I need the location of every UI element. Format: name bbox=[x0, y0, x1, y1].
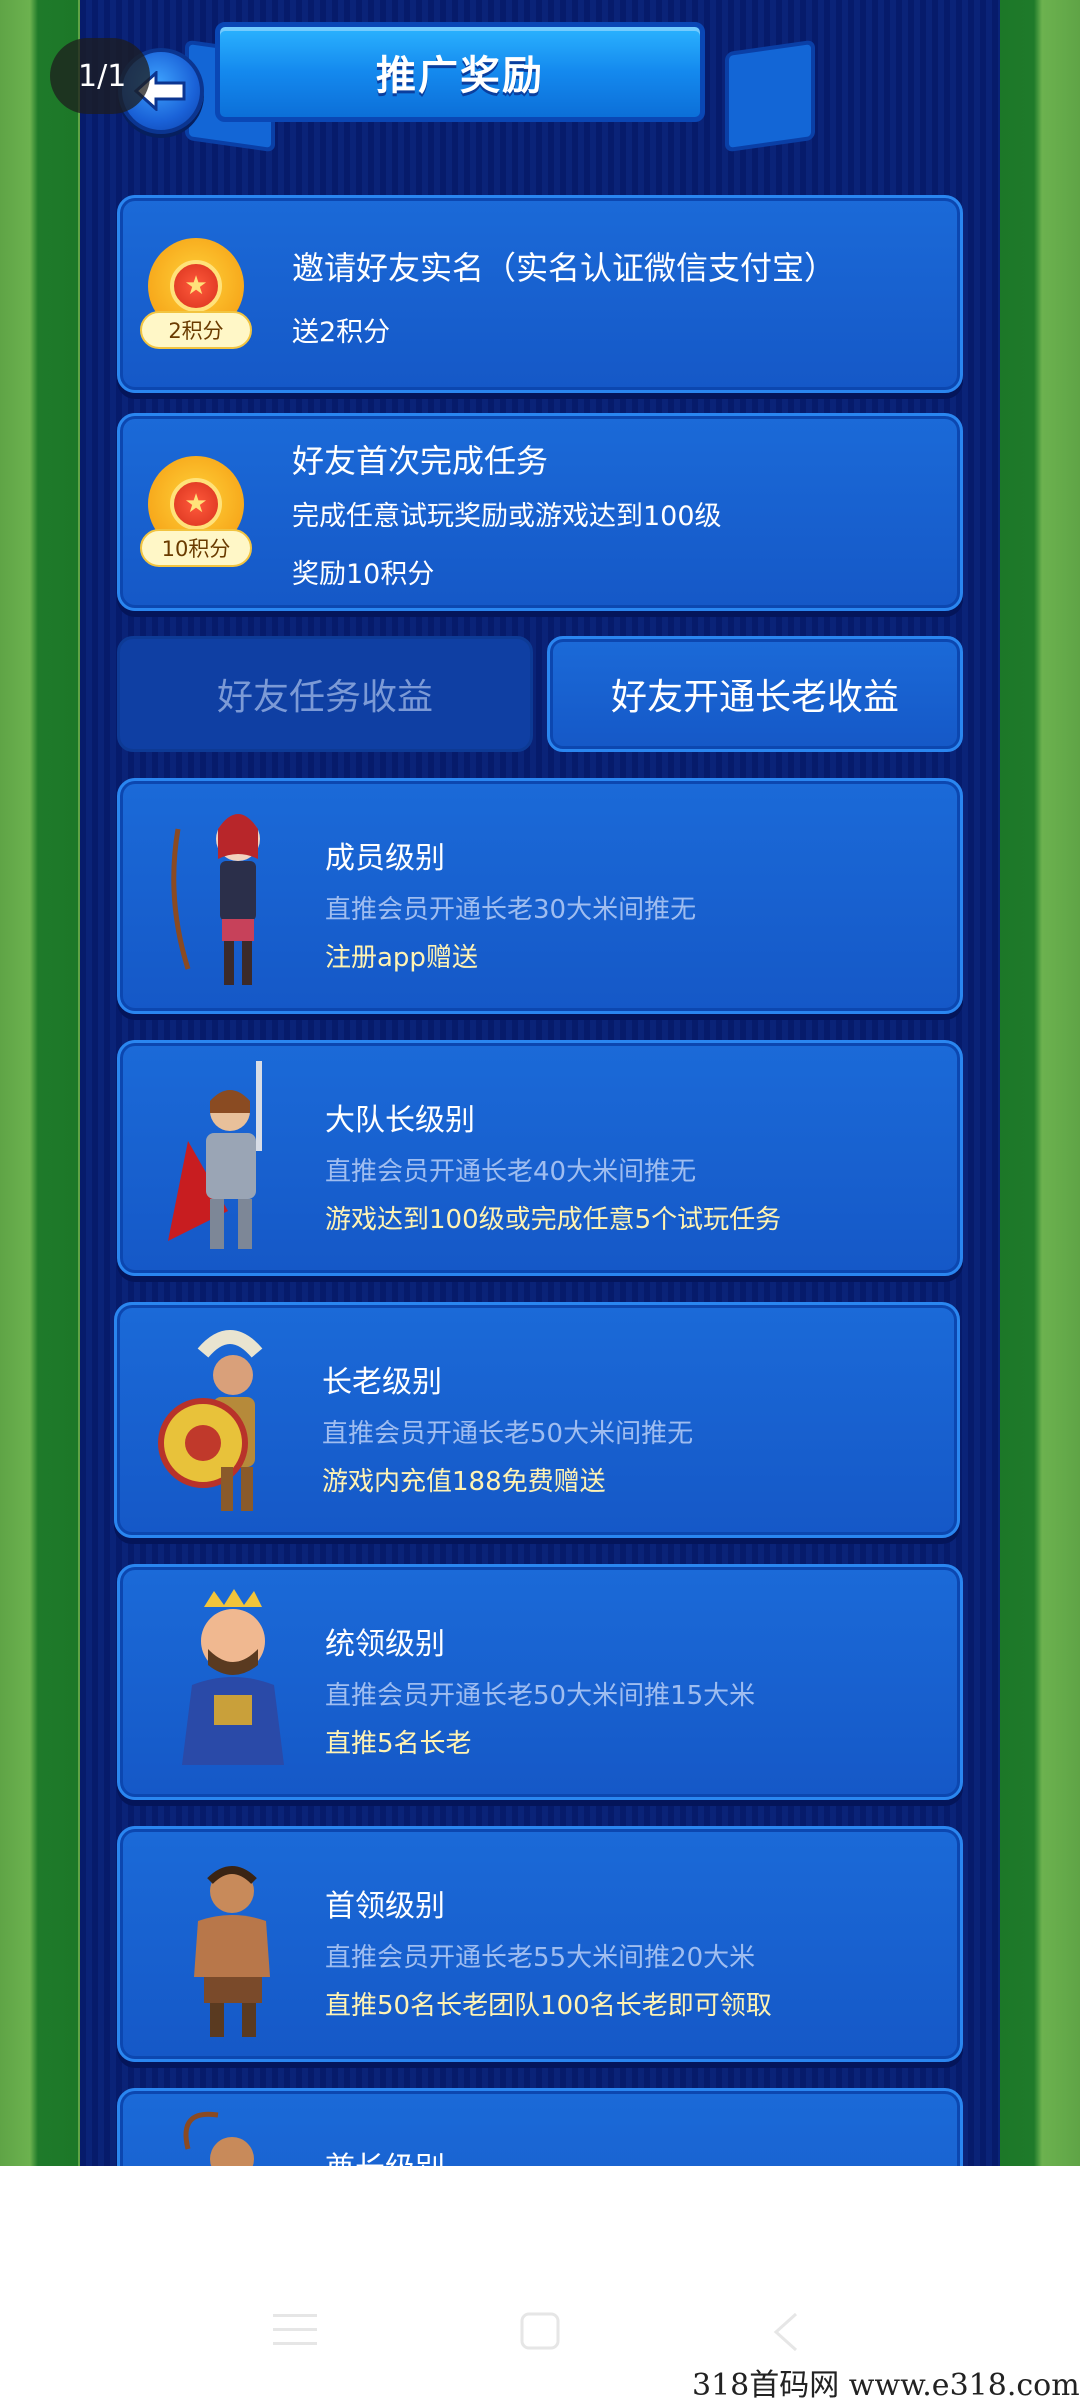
reward-title: 好友首次完成任务 bbox=[292, 442, 549, 480]
level-description: 直推会员开通长老50大米间推无 bbox=[322, 1419, 694, 1449]
banner-ribbon-right bbox=[725, 39, 815, 153]
knight-icon bbox=[168, 1061, 262, 1249]
reward-line: 送2积分 bbox=[292, 317, 391, 348]
title-banner: 推广奖励 bbox=[215, 22, 705, 122]
level-description: 直推会员开通长老50大米间推15大米 bbox=[325, 1681, 756, 1711]
level-title: 成员级别 bbox=[325, 841, 445, 876]
level-requirement: 游戏达到100级或完成任意5个试玩任务 bbox=[325, 1205, 782, 1235]
level-requirement: 直推5名长老 bbox=[325, 1729, 472, 1759]
level-description: 直推会员开通长老30大米间推无 bbox=[325, 895, 697, 925]
level-card-captain: 大队长级别 直推会员开通长老40大米间推无 游戏达到100级或完成任意5个试玩任… bbox=[117, 1040, 963, 1276]
home-icon[interactable] bbox=[520, 2312, 560, 2350]
archer-girl-icon bbox=[171, 814, 260, 985]
points-badge: 2积分 bbox=[140, 311, 252, 349]
level-card-elder: 长老级别 直推会员开通长老50大米间推无 游戏内充值188免费赠送 bbox=[114, 1302, 960, 1538]
tab-friend-task-income[interactable]: 好友任务收益 bbox=[117, 636, 533, 752]
reward-card-first-task: ★ 10积分 好友首次完成任务 完成任意试玩奖励或游戏达到100级 奖励10积分 bbox=[117, 413, 963, 611]
right-green-border bbox=[998, 0, 1080, 2166]
points-badge: 10积分 bbox=[140, 529, 252, 567]
page-counter: 1/1 bbox=[50, 38, 150, 114]
level-description: 直推会员开通长老40大米间推无 bbox=[325, 1157, 697, 1187]
watermark: 318首码网 www.e318.com bbox=[692, 2368, 1080, 2400]
tab-friend-elder-income[interactable]: 好友开通长老收益 bbox=[547, 636, 963, 752]
level-title: 首领级别 bbox=[325, 1889, 445, 1924]
level-title: 大队长级别 bbox=[325, 1103, 475, 1138]
king-icon bbox=[182, 1589, 284, 1765]
reward-line: 奖励10积分 bbox=[292, 559, 435, 590]
level-card-commander: 统领级别 直推会员开通长老50大米间推15大米 直推5名长老 bbox=[117, 1564, 963, 1800]
reward-card-invite: ★ 2积分 邀请好友实名（实名认证微信支付宝） 送2积分 bbox=[117, 195, 963, 393]
level-title: 长老级别 bbox=[322, 1365, 442, 1400]
level-card-member: 成员级别 直推会员开通长老30大米间推无 注册app赠送 bbox=[117, 778, 963, 1014]
level-title: 统领级别 bbox=[325, 1627, 445, 1662]
reward-line: 完成任意试玩奖励或游戏达到100级 bbox=[292, 501, 722, 532]
reward-title: 邀请好友实名（实名认证微信支付宝） bbox=[292, 249, 837, 287]
page-title: 推广奖励 bbox=[376, 53, 544, 99]
level-requirement: 注册app赠送 bbox=[325, 943, 478, 973]
level-requirement: 游戏内充值188免费赠送 bbox=[322, 1467, 606, 1497]
menu-icon[interactable] bbox=[273, 2312, 317, 2348]
level-card-leader: 首领级别 直推会员开通长老55大米间推20大米 直推50名长老团队100名长老即… bbox=[117, 1826, 963, 2062]
level-requirement: 直推50名长老团队100名长老即可领取 bbox=[325, 1991, 772, 2021]
level-description: 直推会员开通长老55大米间推20大米 bbox=[325, 1943, 756, 1973]
back-nav-icon[interactable] bbox=[772, 2312, 800, 2352]
barbarian-icon bbox=[194, 1866, 270, 2037]
spartan-icon bbox=[158, 1330, 263, 1511]
